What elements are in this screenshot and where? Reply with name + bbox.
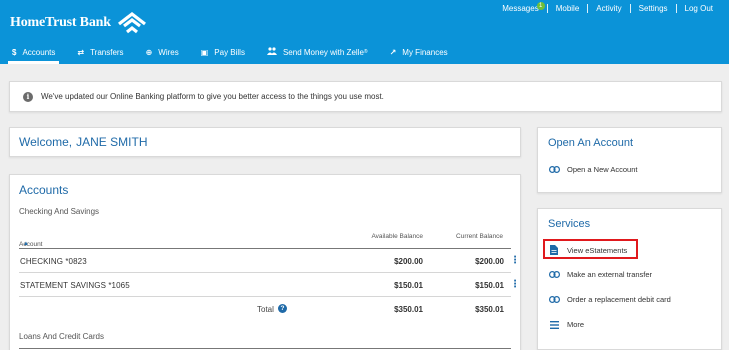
messages-link[interactable]: Messages 1	[494, 2, 546, 13]
table-header: Account ▲ Available Balance Current Balan…	[19, 225, 511, 249]
services-card: Services View eStatements Make an extern…	[537, 208, 722, 350]
settings-link[interactable]: Settings	[631, 4, 676, 13]
trend-icon: ↗	[389, 47, 397, 57]
loans-credit-heading: Loans And Credit Cards	[19, 332, 104, 341]
info-icon: i	[23, 91, 33, 102]
checking-savings-heading: Checking And Savings	[19, 207, 100, 216]
open-new-account-link[interactable]: Open a New Account	[548, 165, 637, 174]
mobile-link[interactable]: Mobile	[548, 4, 588, 13]
available-balance: $200.00	[394, 257, 423, 266]
replacement-debit-card-label: Order a replacement debit card	[567, 295, 671, 304]
nav-transfers[interactable]: ⇄ Transfers	[73, 40, 127, 64]
replacement-debit-card-link[interactable]: Order a replacement debit card	[548, 295, 671, 304]
welcome-card: Welcome, JANE SMITH	[9, 127, 521, 157]
external-transfer-label: Make an external transfer	[567, 270, 653, 279]
help-icon[interactable]: ?	[278, 304, 287, 313]
notice-banner: i We've updated our Online Banking platf…	[9, 81, 722, 112]
table-row[interactable]: CHECKING *0823 $200.00 $200.00 ⋮	[19, 249, 520, 273]
open-new-account-label: Open a New Account	[567, 165, 638, 174]
bank-logo[interactable]: HomeTrust Bank	[10, 12, 147, 34]
accounts-title: Accounts	[19, 183, 69, 197]
account-name[interactable]: STATEMENT SAVINGS *1065	[20, 281, 130, 290]
kebab-menu-icon[interactable]: ⋮	[510, 255, 520, 266]
view-estatements-label: View eStatements	[567, 245, 628, 255]
link-icon	[548, 166, 560, 173]
open-account-card: Open An Account Open a New Account	[537, 127, 722, 193]
current-balance: $200.00	[475, 257, 504, 266]
nav-wires[interactable]: ⊕ Wires	[142, 40, 183, 64]
sort-ascending-icon: ▲	[23, 241, 29, 247]
registered-mark: ®	[363, 49, 368, 55]
user-name: JANE SMITH	[76, 135, 148, 149]
nav-label: Wires	[158, 47, 179, 57]
current-balance: $150.01	[475, 281, 504, 290]
nav-pay-bills[interactable]: ▣ Pay Bills	[197, 40, 249, 64]
transfer-arrows-icon: ⇄	[77, 47, 85, 57]
total-current-balance: $350.01	[475, 305, 504, 314]
notice-text: We've updated our Online Banking platfor…	[41, 92, 384, 101]
nav-zelle[interactable]: Send Money with Zelle ®	[263, 40, 372, 64]
total-row: Total ? $350.01 $350.01	[19, 297, 511, 321]
nav-label: Transfers	[90, 47, 124, 57]
activity-link[interactable]: Activity	[588, 4, 629, 13]
column-available-balance: Available Balance	[371, 233, 423, 240]
more-label: More	[567, 320, 585, 329]
nav-my-finances[interactable]: ↗ My Finances	[386, 40, 452, 64]
dollar-icon: $	[12, 47, 17, 57]
utility-nav: Messages 1 Mobile Activity Settings Log …	[494, 2, 721, 13]
total-label: Total	[257, 305, 274, 314]
nav-accounts[interactable]: $ Accounts	[8, 40, 60, 64]
link-icon	[548, 296, 560, 303]
services-title: Services	[548, 218, 591, 230]
bill-icon: ▣	[200, 47, 209, 57]
main-nav: $ Accounts ⇄ Transfers ⊕ Wires ▣ Pay Bil…	[0, 40, 466, 64]
view-estatements-link[interactable]: View eStatements	[548, 245, 627, 255]
logout-link[interactable]: Log Out	[677, 4, 721, 13]
kebab-menu-icon[interactable]: ⋮	[510, 279, 520, 290]
available-balance: $150.01	[394, 281, 423, 290]
nav-label: Pay Bills	[214, 47, 245, 57]
divider	[19, 348, 511, 349]
open-account-title: Open An Account	[548, 137, 634, 149]
people-icon	[266, 47, 277, 57]
link-icon	[548, 271, 560, 278]
messages-badge: 1	[536, 2, 545, 10]
house-logo-icon	[117, 12, 146, 34]
total-available-balance: $350.01	[394, 305, 423, 314]
more-services-link[interactable]: More	[548, 320, 584, 329]
accounts-table: Account ▲ Available Balance Current Balan…	[19, 225, 520, 321]
bank-name: HomeTrust Bank	[10, 15, 111, 30]
column-current-balance: Current Balance	[456, 233, 503, 240]
nav-label: My Finances	[402, 47, 448, 57]
account-name[interactable]: CHECKING *0823	[20, 257, 87, 266]
menu-icon	[548, 320, 560, 329]
nav-label: Accounts	[22, 47, 56, 57]
welcome-label: Welcome,	[19, 135, 73, 149]
external-transfer-link[interactable]: Make an external transfer	[548, 270, 652, 279]
table-row[interactable]: STATEMENT SAVINGS *1065 $150.01 $150.01 …	[19, 273, 520, 297]
messages-label: Messages	[502, 4, 539, 13]
document-icon	[548, 245, 560, 255]
accounts-card: Accounts Checking And Savings Account ▲ A…	[9, 174, 521, 350]
top-header: HomeTrust Bank Messages 1 Mobile Activit…	[0, 0, 729, 64]
globe-icon: ⊕	[145, 47, 153, 57]
nav-label: Send Money with Zelle	[282, 47, 364, 57]
